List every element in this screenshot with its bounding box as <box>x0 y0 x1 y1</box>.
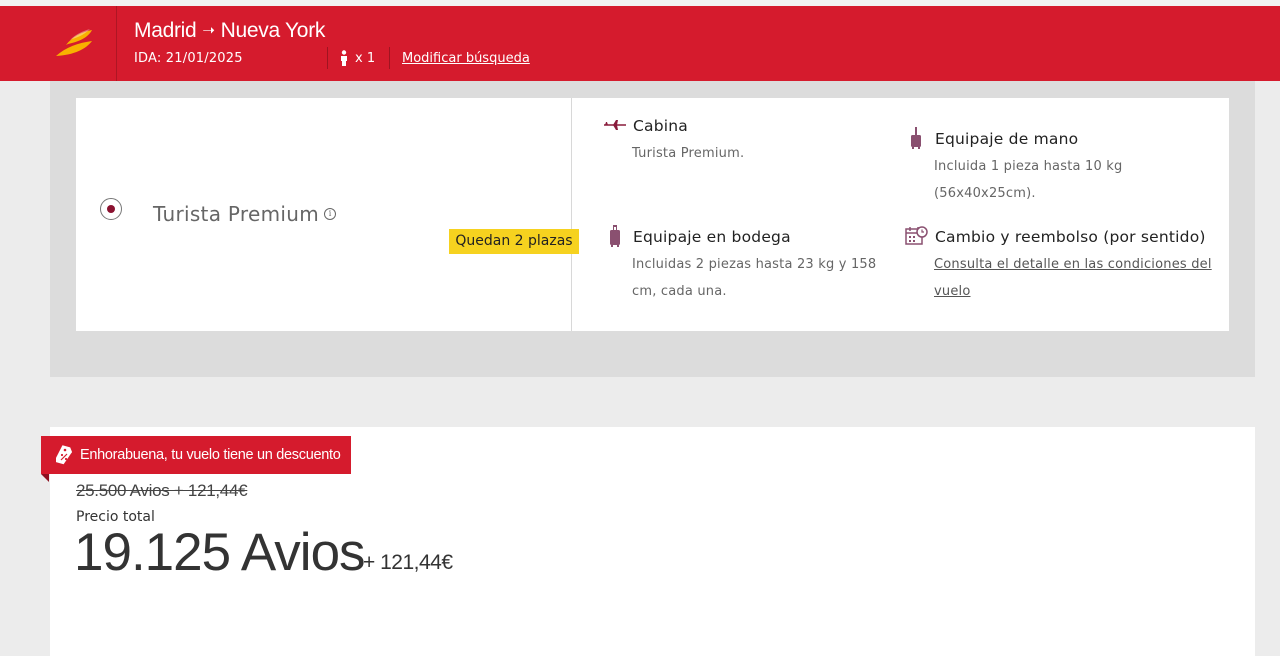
total-avios: 19.125 Avios <box>74 523 366 582</box>
departure-date: IDA: 21/01/2025 <box>134 51 243 66</box>
cabin-desc: Turista Premium. <box>632 146 745 161</box>
modify-search-link[interactable]: Modificar búsqueda <box>402 51 530 66</box>
fare-name: Turista Premium <box>153 202 320 226</box>
change-refund-desc: Consulta el detalle en las condiciones d… <box>934 251 1212 305</box>
cabin-title: Cabina <box>633 117 688 135</box>
card-divider <box>571 98 572 331</box>
total-euros: + 121,44€ <box>363 551 453 574</box>
origin-city: Madrid <box>134 19 197 42</box>
carry-on-desc-line1: Incluida 1 pieza hasta 10 kg <box>934 159 1123 174</box>
discount-tag-icon <box>56 445 72 465</box>
passenger-count: x 1 <box>340 50 375 66</box>
divider <box>389 47 390 69</box>
destination-city: Nueva York <box>220 19 326 42</box>
plane-icon <box>604 120 626 130</box>
checked-bag-desc: Incluidas 2 piezas hasta 23 kg y 158 cm,… <box>632 251 876 305</box>
checked-bag-icon <box>610 225 620 247</box>
search-summary-header: Madrid ➝ Nueva York IDA: 21/01/2025 x 1 Mo… <box>0 6 1280 81</box>
carry-on-title: Equipaje de mano <box>935 130 1079 148</box>
route-arrow-icon: ➝ <box>202 22 215 39</box>
logo-box <box>0 6 117 81</box>
discount-text: Enhorabuena, tu vuelo tiene un descuento <box>80 447 341 463</box>
info-icon[interactable]: i <box>324 208 336 220</box>
passenger-count-text: x 1 <box>355 50 376 66</box>
change-refund-title: Cambio y reembolso (por sentido) <box>935 228 1206 246</box>
discount-ribbon: Enhorabuena, tu vuelo tiene un descuento <box>41 436 351 474</box>
carry-on-desc: Incluida 1 pieza hasta 10 kg (56x40x25cm… <box>934 153 1122 207</box>
checked-bag-desc-line1: Incluidas 2 piezas hasta 23 kg y 158 <box>632 257 877 272</box>
carry-on-desc-line2: (56x40x25cm). <box>934 186 1036 201</box>
conditions-link-line2[interactable]: vuelo <box>934 284 971 299</box>
iberia-logo-icon <box>56 29 92 56</box>
divider <box>327 47 328 69</box>
seats-left-badge: Quedan 2 plazas <box>449 229 579 254</box>
checked-bag-title: Equipaje en bodega <box>633 228 791 246</box>
route-title: Madrid ➝ Nueva York <box>134 19 325 43</box>
original-price: 25.500 Avios + 121,44€ <box>76 481 248 500</box>
radio-selected-dot <box>107 205 115 213</box>
fare-radio-button[interactable] <box>100 198 122 220</box>
person-icon <box>341 50 347 66</box>
conditions-link-line1[interactable]: Consulta el detalle en las condiciones d… <box>934 257 1212 272</box>
ribbon-fold <box>41 474 49 482</box>
calendar-clock-icon <box>905 226 928 245</box>
checked-bag-desc-line2: cm, cada una. <box>632 284 727 299</box>
carry-on-bag-icon <box>911 127 921 149</box>
